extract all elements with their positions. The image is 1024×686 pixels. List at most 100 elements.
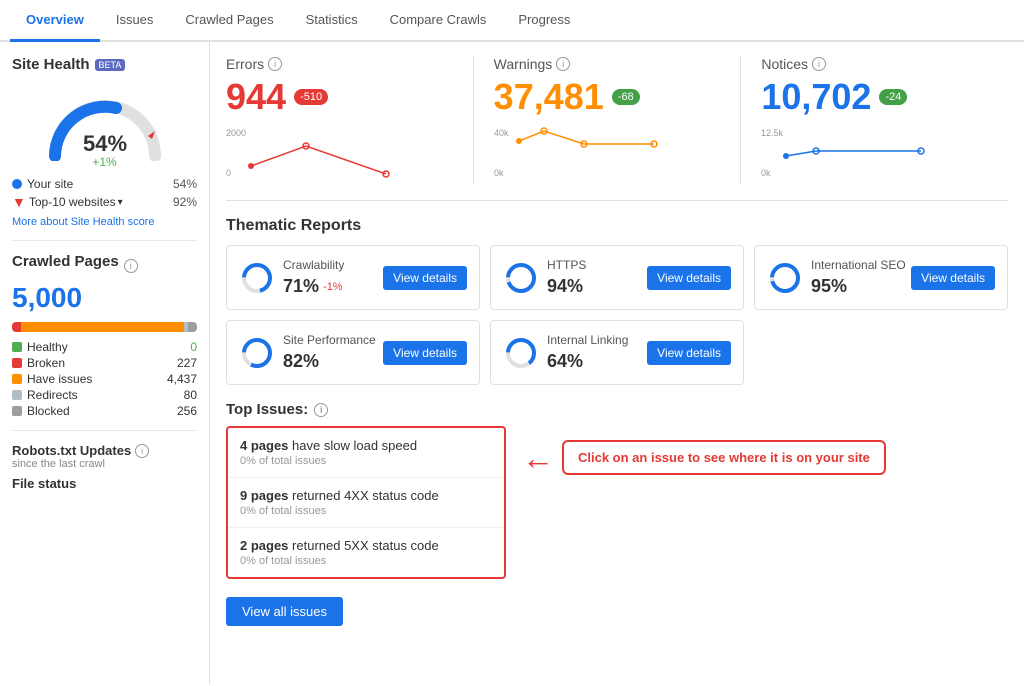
robots-file-status: File status: [12, 476, 197, 491]
nav-item-compare-crawls[interactable]: Compare Crawls: [374, 0, 503, 40]
top-issues-section: Top Issues: i 4 pages have slow load spe…: [226, 401, 1008, 626]
thematic-reports-title: Thematic Reports: [226, 217, 1008, 235]
report-international-seo: International SEO 95% View details: [754, 245, 1008, 310]
issue-1-rest: have slow load speed: [292, 438, 417, 453]
nav-item-issues[interactable]: Issues: [100, 0, 170, 40]
svg-text:0k: 0k: [761, 168, 771, 178]
issue-row-2[interactable]: 9 pages returned 4XX status code 0% of t…: [228, 478, 504, 528]
site-health-legend: Your site 54% ▼ Top-10 websites ▾ 92%: [12, 177, 197, 210]
top-nav: Overview Issues Crawled Pages Statistics…: [0, 0, 1024, 42]
issue-2-bold: 9 pages: [240, 488, 288, 503]
gauge-change: +1%: [92, 155, 116, 169]
international-seo-pct: 95%: [811, 276, 906, 297]
svg-text:54%: 54%: [82, 131, 126, 156]
notices-info-icon[interactable]: i: [812, 57, 826, 71]
legend-healthy-label: Healthy: [27, 340, 68, 354]
legend-have-issues-count: 4,437: [167, 372, 197, 386]
crawlability-view-btn[interactable]: View details: [383, 266, 467, 290]
metrics-row: Errors i 944 -510 2000 0: [226, 56, 1008, 201]
legend-healthy-count: 0: [190, 340, 197, 354]
site-performance-name: Site Performance: [283, 333, 376, 347]
svg-text:0: 0: [226, 168, 231, 178]
notices-value: 10,702: [761, 76, 871, 118]
international-seo-view-btn[interactable]: View details: [911, 266, 995, 290]
site-performance-pct: 82%: [283, 351, 376, 372]
crawl-legend: Healthy 0 Broken 227 Have issues: [12, 340, 197, 418]
crawled-pages-count: 5,000: [12, 282, 197, 314]
svg-text:0k: 0k: [494, 168, 504, 178]
site-performance-donut: [239, 335, 275, 371]
https-pct: 94%: [547, 276, 586, 297]
robots-section: Robots.txt Updates i since the last craw…: [12, 443, 197, 491]
top10-val: 92%: [173, 195, 197, 209]
reports-grid: Crawlability 71% -1% View details: [226, 245, 1008, 385]
crawled-progress-bar: [12, 322, 197, 332]
nav-item-statistics[interactable]: Statistics: [290, 0, 374, 40]
site-health-section: Site Health BETA 54% +1%: [12, 56, 197, 228]
gauge-svg: 54%: [40, 81, 170, 161]
site-health-title: Site Health: [12, 56, 90, 73]
errors-chart: 2000 0: [226, 126, 453, 184]
errors-value: 944: [226, 76, 286, 118]
notices-label: Notices: [761, 56, 808, 72]
top-issues-info-icon[interactable]: i: [314, 403, 328, 417]
svg-text:40k: 40k: [494, 128, 509, 138]
issue-row-1[interactable]: 4 pages have slow load speed 0% of total…: [228, 428, 504, 478]
international-seo-name: International SEO: [811, 258, 906, 272]
crawlability-donut: [239, 260, 275, 296]
https-donut: [503, 260, 539, 296]
nav-item-overview[interactable]: Overview: [10, 0, 100, 42]
your-site-label: Your site: [27, 177, 73, 191]
metric-notices: Notices i 10,702 -24 12.5k 0k: [741, 56, 1008, 184]
crawled-pages-section: Crawled Pages i 5,000 Healthy 0: [12, 253, 197, 418]
crawlability-name: Crawlability: [283, 258, 344, 272]
crawled-pages-title: Crawled Pages: [12, 253, 119, 270]
legend-blocked-count: 256: [177, 404, 197, 418]
red-arrow-icon: ←: [522, 442, 554, 474]
report-https: HTTPS 94% View details: [490, 245, 744, 310]
robots-info-icon[interactable]: i: [135, 444, 149, 458]
legend-broken-label: Broken: [27, 356, 65, 370]
legend-have-issues-label: Have issues: [27, 372, 92, 386]
view-all-issues-button[interactable]: View all issues: [226, 597, 343, 626]
report-site-performance: Site Performance 82% View details: [226, 320, 480, 385]
notices-badge: -24: [879, 89, 907, 105]
metric-warnings: Warnings i 37,481 -68 40k 0k: [474, 56, 742, 184]
crawled-pages-info-icon[interactable]: i: [124, 259, 138, 273]
issue-1-sub: 0% of total issues: [240, 455, 492, 467]
https-view-btn[interactable]: View details: [647, 266, 731, 290]
warnings-badge: -68: [612, 89, 640, 105]
robots-sub: since the last crawl: [12, 458, 197, 470]
issues-box: 4 pages have slow load speed 0% of total…: [226, 426, 506, 579]
issue-row-3[interactable]: 2 pages returned 5XX status code 0% of t…: [228, 528, 504, 577]
report-internal-linking: Internal Linking 64% View details: [490, 320, 744, 385]
issues-callout-area: ← Click on an issue to see where it is o…: [522, 440, 886, 475]
issue-1-bold: 4 pages: [240, 438, 288, 453]
top-issues-title: Top Issues:: [226, 401, 308, 418]
legend-blocked-label: Blocked: [27, 404, 70, 418]
issue-3-bold: 2 pages: [240, 538, 288, 553]
internal-linking-pct: 64%: [547, 351, 628, 372]
svg-text:2000: 2000: [226, 128, 246, 138]
legend-redirects-count: 80: [184, 388, 197, 402]
report-crawlability: Crawlability 71% -1% View details: [226, 245, 480, 310]
issue-2-sub: 0% of total issues: [240, 505, 492, 517]
nav-item-crawled-pages[interactable]: Crawled Pages: [169, 0, 289, 40]
warnings-value: 37,481: [494, 76, 604, 118]
site-performance-view-btn[interactable]: View details: [383, 341, 467, 365]
top10-label[interactable]: Top-10 websites ▾: [29, 195, 123, 209]
warnings-info-icon[interactable]: i: [556, 57, 570, 71]
nav-item-progress[interactable]: Progress: [502, 0, 586, 40]
errors-info-icon[interactable]: i: [268, 57, 282, 71]
top-issues-content: 4 pages have slow load speed 0% of total…: [226, 426, 1008, 587]
more-about-site-health-link[interactable]: More about Site Health score: [12, 216, 197, 228]
errors-label: Errors: [226, 56, 264, 72]
issue-3-sub: 0% of total issues: [240, 555, 492, 567]
robots-title: Robots.txt Updates: [12, 443, 131, 458]
warnings-chart: 40k 0k: [494, 126, 721, 184]
international-seo-donut: [767, 260, 803, 296]
https-name: HTTPS: [547, 258, 586, 272]
crawlability-change: -1%: [323, 281, 343, 293]
thematic-reports-section: Thematic Reports Crawlability 71%: [226, 217, 1008, 385]
internal-linking-view-btn[interactable]: View details: [647, 341, 731, 365]
